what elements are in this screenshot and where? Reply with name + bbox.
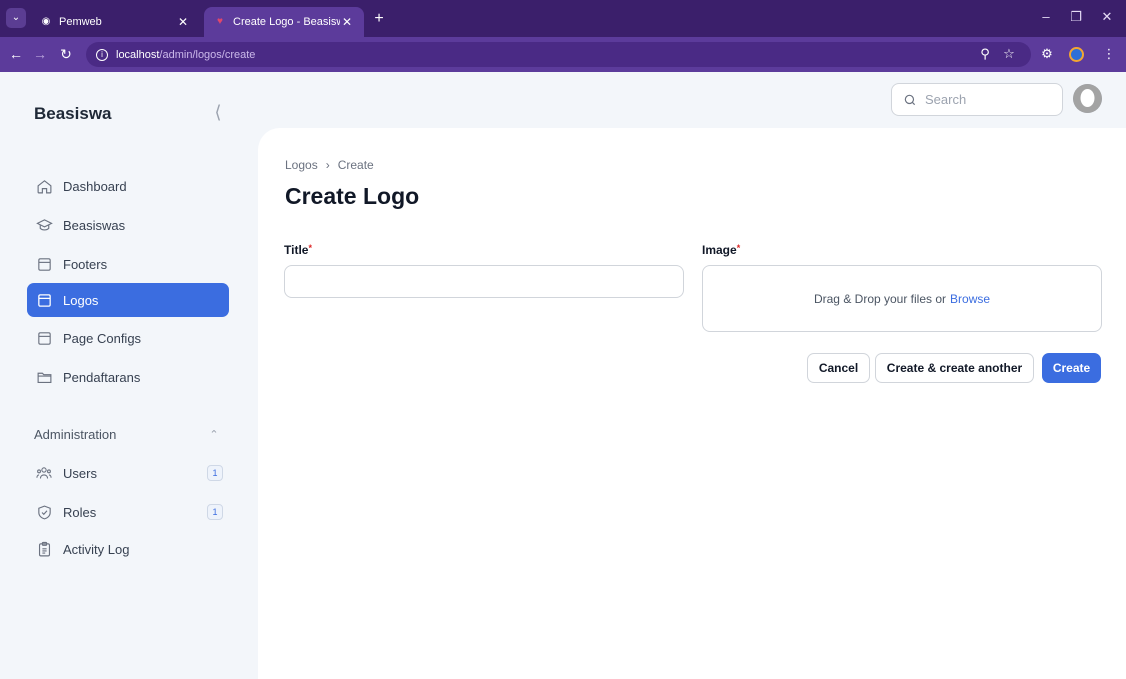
breadcrumb-current: Create <box>337 158 374 172</box>
browser-tab-pemweb[interactable]: ◉ Pemweb ✕ <box>30 7 200 37</box>
page-title: Create Logo <box>285 183 420 209</box>
collapse-sidebar-button[interactable]: ⟨ <box>208 102 228 123</box>
cancel-button[interactable]: Cancel <box>807 353 870 383</box>
sidebar-item-pendaftarans[interactable]: Pendaftarans <box>27 360 229 394</box>
image-field-label: Image* <box>702 243 740 257</box>
title-field-label: Title* <box>284 243 312 257</box>
sidebar-item-label: Dashboard <box>63 178 127 194</box>
sidebar-item-page-configs[interactable]: Page Configs <box>27 321 229 355</box>
title-input[interactable] <box>284 265 684 298</box>
url-field[interactable]: i localhost/admin/logos/create <box>86 42 1031 67</box>
sidebar-item-logos[interactable]: Logos <box>27 283 229 317</box>
image-dropzone[interactable]: Drag & Drop your files or Browse <box>702 265 1102 332</box>
breadcrumb-separator-icon: › <box>325 158 330 172</box>
sidebar-item-dashboard[interactable]: Dashboard <box>27 169 229 203</box>
sidebar: Beasiswa ⟨ Dashboard Beasiswas Footers L… <box>0 72 258 679</box>
clipboard-icon <box>34 540 54 558</box>
title-label-text: Title <box>284 243 309 257</box>
url-host: localhost <box>116 48 160 61</box>
required-marker: * <box>308 243 312 253</box>
shield-check-icon <box>34 503 54 521</box>
minimize-icon[interactable]: – <box>1036 9 1056 24</box>
window-close-icon[interactable]: ✕ <box>1097 9 1117 25</box>
new-tab-button[interactable]: + <box>370 10 388 28</box>
sidebar-item-label: Page Configs <box>63 330 142 346</box>
users-icon <box>34 464 54 482</box>
chevron-up-icon[interactable]: ⌃ <box>206 428 222 441</box>
dropzone-text: Drag & Drop your files or <box>813 291 947 306</box>
bookmark-star-icon[interactable]: ☆ <box>1000 46 1018 62</box>
folder-icon <box>34 368 54 386</box>
close-icon[interactable]: ✕ <box>340 15 354 29</box>
user-avatar[interactable] <box>1073 84 1102 113</box>
extensions-icon[interactable]: ⚙ <box>1038 46 1056 62</box>
reload-icon[interactable]: ↻ <box>58 46 74 63</box>
archive-box-icon <box>34 291 54 309</box>
globe-icon: ◉ <box>41 16 51 27</box>
url-path: /admin/logos/create <box>159 48 256 61</box>
browse-link[interactable]: Browse <box>950 292 990 306</box>
search-input[interactable] <box>925 92 1045 107</box>
browser-address-bar: ← → ↻ i localhost/admin/logos/create ⚲ ☆… <box>0 37 1126 72</box>
brand-title[interactable]: Beasiswa <box>34 104 112 124</box>
section-label-administration[interactable]: Administration <box>34 427 116 442</box>
image-label-text: Image <box>702 243 737 257</box>
tab-title: Create Logo - Beasiswa <box>233 16 340 28</box>
graduation-cap-icon <box>34 216 54 234</box>
sidebar-item-label: Activity Log <box>63 541 130 557</box>
sidebar-item-activity-log[interactable]: Activity Log <box>27 532 229 566</box>
sidebar-item-users[interactable]: Users 1 <box>27 456 229 490</box>
breadcrumb-logos-link[interactable]: Logos <box>285 158 318 172</box>
browser-menu-icon[interactable]: ⋮ <box>1100 46 1118 62</box>
breadcrumb: Logos › Create <box>285 158 374 172</box>
close-icon[interactable]: ✕ <box>176 15 190 29</box>
restore-icon[interactable]: ❐ <box>1066 9 1086 25</box>
main-content: Logos › Create Create Logo Title* Image*… <box>258 128 1126 679</box>
sidebar-item-label: Beasiswas <box>63 217 126 233</box>
sidebar-item-label: Pendaftarans <box>63 369 141 385</box>
count-badge: 1 <box>207 465 223 481</box>
archive-box-icon <box>34 329 54 347</box>
required-marker: * <box>736 243 741 253</box>
sidebar-item-footers[interactable]: Footers <box>27 247 229 281</box>
back-arrow-icon[interactable]: ← <box>8 46 24 62</box>
browser-profile-icon[interactable] <box>1069 47 1084 62</box>
sidebar-item-roles[interactable]: Roles 1 <box>27 495 229 529</box>
tab-title: Pemweb <box>59 16 102 28</box>
search-icon <box>903 93 919 107</box>
create-another-button[interactable]: Create & create another <box>875 353 1034 383</box>
home-icon <box>34 177 54 195</box>
browser-tab-bar: ⌄ ◉ Pemweb ✕ ♥ Create Logo - Beasiswa ✕ … <box>0 0 1126 37</box>
tab-search-button[interactable]: ⌄ <box>6 8 26 28</box>
browser-tab-create-logo[interactable]: ♥ Create Logo - Beasiswa ✕ <box>204 7 364 37</box>
search-box[interactable] <box>891 83 1063 116</box>
site-info-icon[interactable]: i <box>96 48 108 61</box>
zoom-icon[interactable]: ⚲ <box>976 46 994 62</box>
count-badge: 1 <box>207 504 223 520</box>
forward-arrow-icon[interactable]: → <box>32 46 48 62</box>
heart-icon: ♥ <box>217 16 223 27</box>
archive-box-icon <box>34 255 54 273</box>
sidebar-item-beasiswas[interactable]: Beasiswas <box>27 208 229 242</box>
sidebar-item-label: Roles <box>63 504 97 520</box>
sidebar-item-label: Footers <box>63 256 108 272</box>
sidebar-item-label: Logos <box>63 292 99 308</box>
sidebar-item-label: Users <box>63 465 97 481</box>
create-button[interactable]: Create <box>1042 353 1101 383</box>
